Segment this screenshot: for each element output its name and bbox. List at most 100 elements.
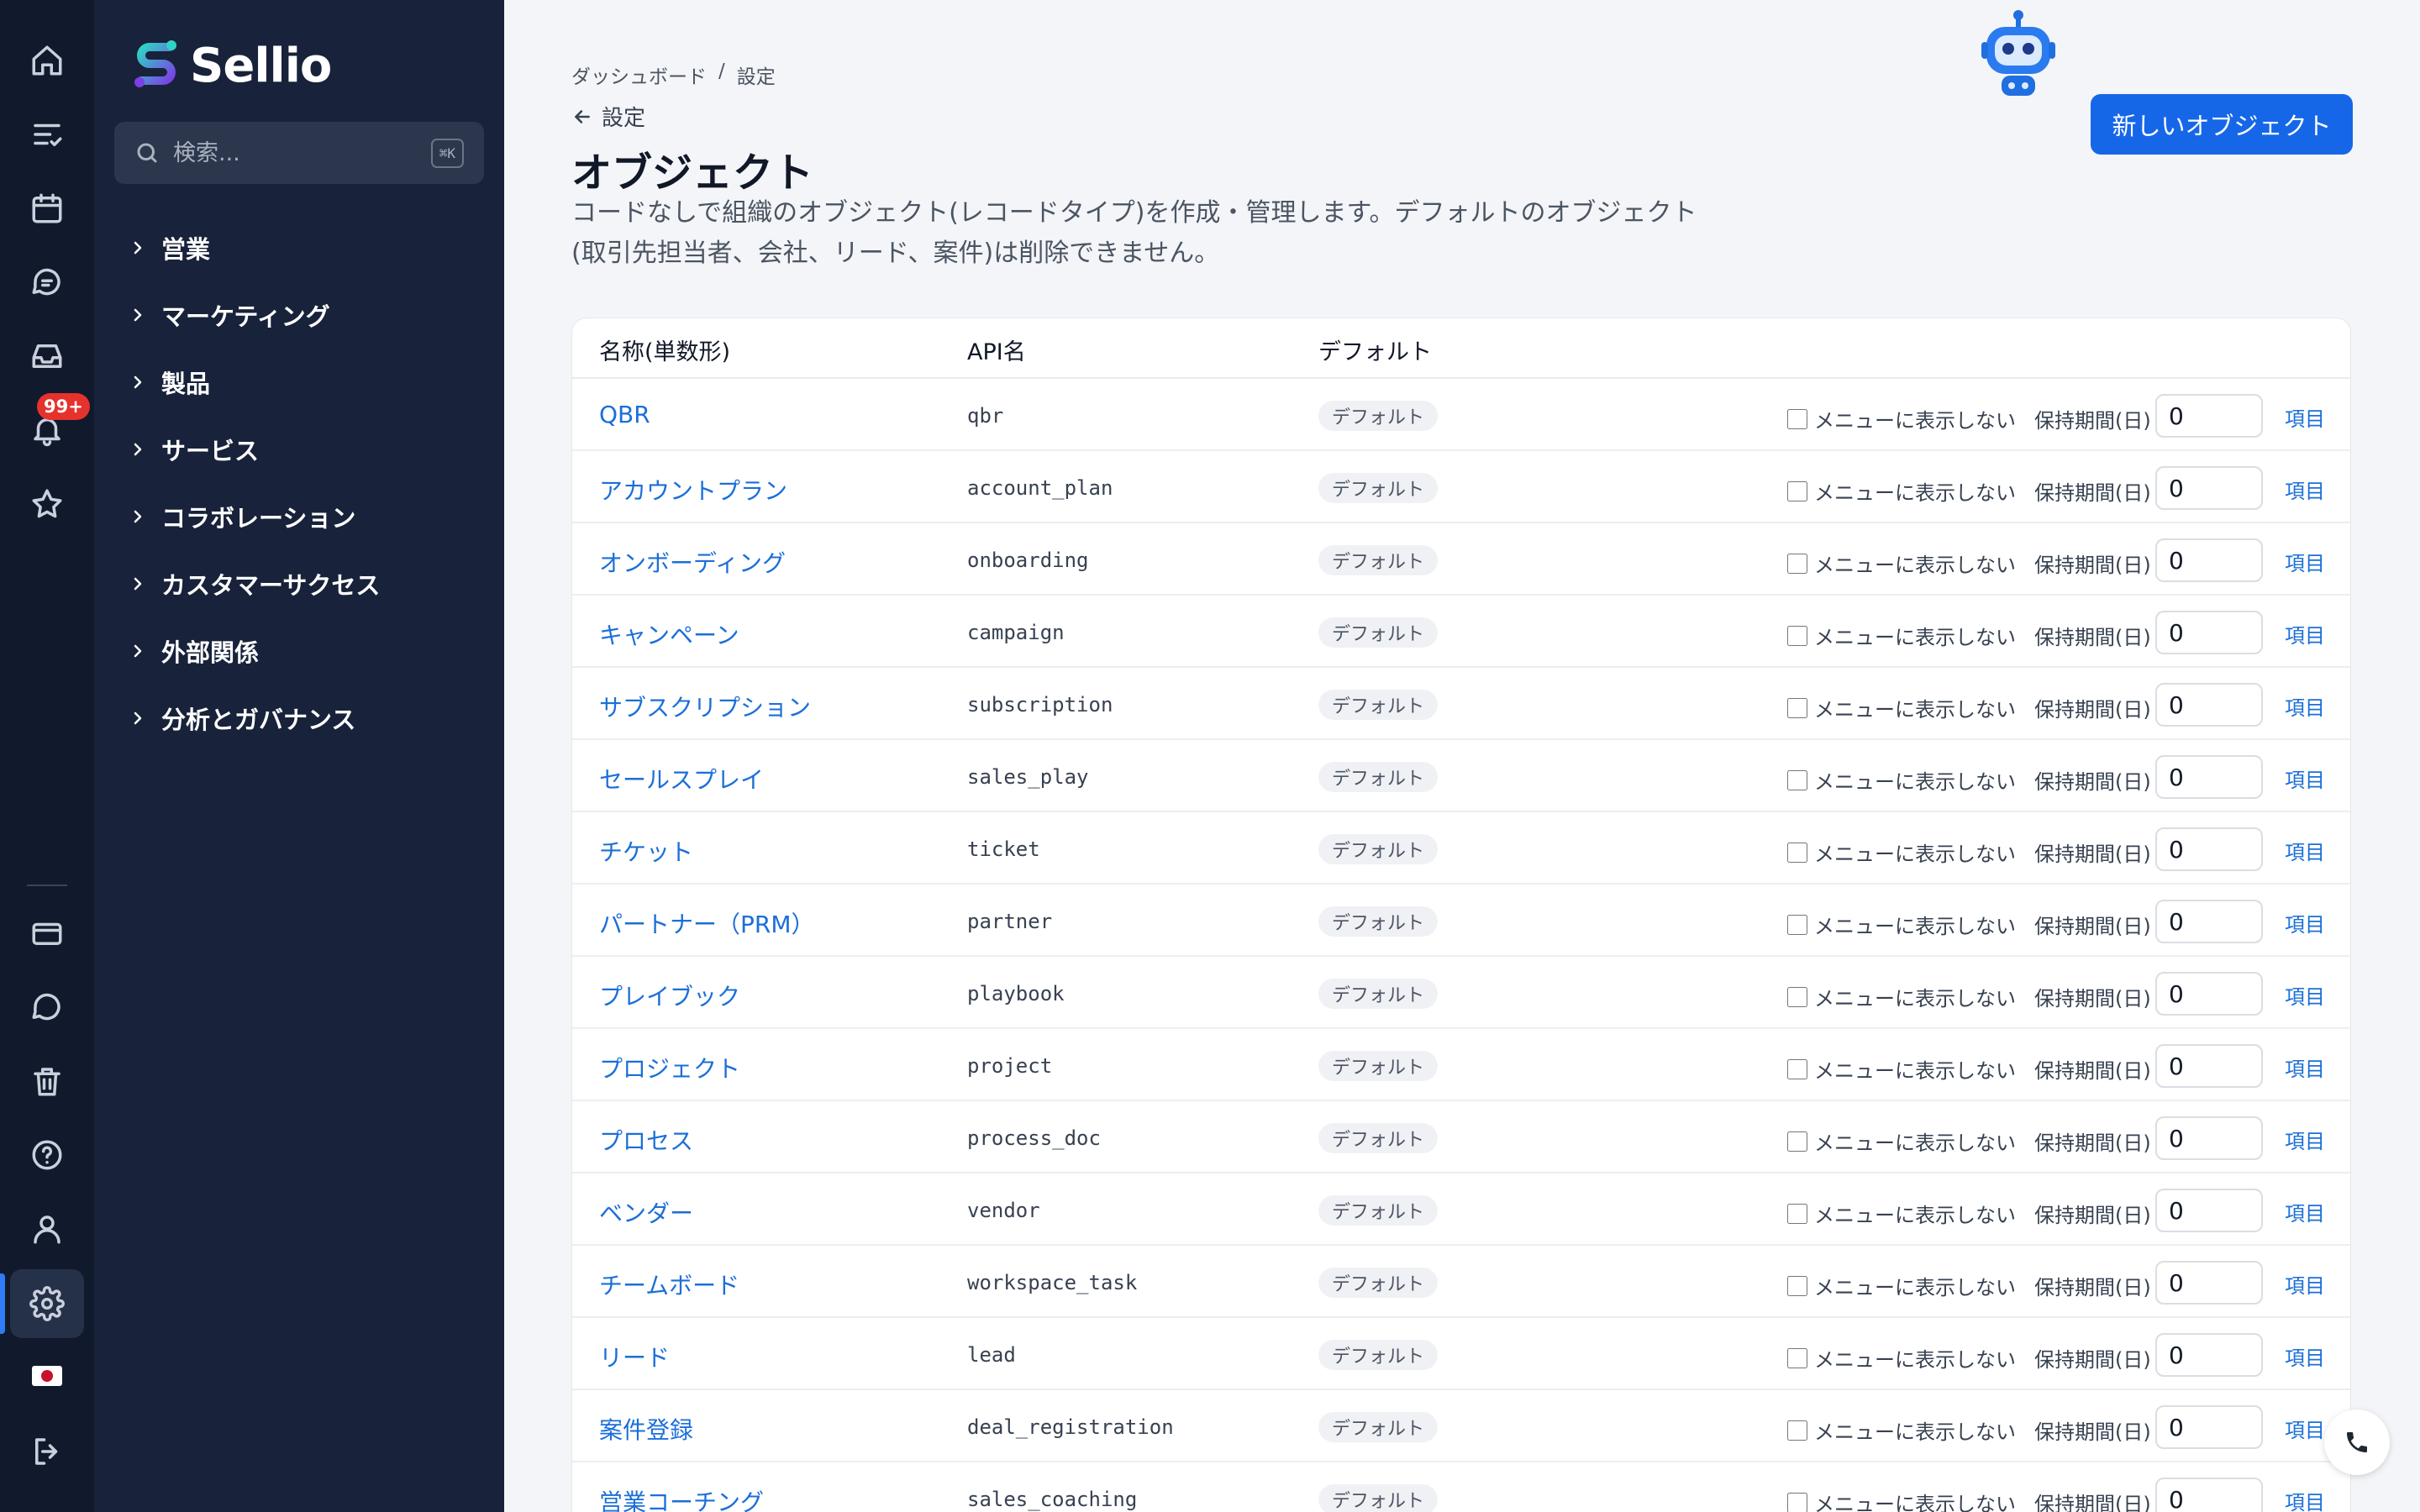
- phone-call-button[interactable]: [2324, 1410, 2390, 1475]
- hide-from-menu-checkbox[interactable]: [1787, 1420, 1807, 1441]
- hide-from-menu-checkbox[interactable]: [1787, 625, 1807, 646]
- object-name-link[interactable]: オンボーディング: [599, 545, 786, 579]
- hide-from-menu-checkbox[interactable]: [1787, 1347, 1807, 1368]
- fields-link[interactable]: 項目: [2285, 1053, 2325, 1082]
- hide-from-menu[interactable]: メニューに表示しない: [1787, 404, 2016, 433]
- object-name-link[interactable]: パートナー（PRM）: [599, 906, 815, 940]
- hide-from-menu-checkbox[interactable]: [1787, 1275, 1807, 1296]
- object-name-link[interactable]: プレイブック: [599, 979, 740, 1012]
- hide-from-menu-checkbox[interactable]: [1787, 1203, 1807, 1224]
- settings-gear-icon[interactable]: [10, 1269, 84, 1338]
- hide-from-menu[interactable]: メニューに表示しない: [1787, 1343, 2016, 1373]
- fields-link[interactable]: 項目: [2285, 1414, 2325, 1443]
- fields-link[interactable]: 項目: [2285, 1197, 2325, 1226]
- retention-days-input[interactable]: [2155, 1478, 2263, 1512]
- retention-days-input[interactable]: [2155, 972, 2263, 1016]
- fields-link[interactable]: 項目: [2285, 980, 2325, 1010]
- inbox-icon[interactable]: [10, 322, 84, 391]
- object-name-link[interactable]: セールスプレイ: [599, 762, 764, 795]
- star-icon[interactable]: [10, 470, 84, 538]
- hide-from-menu[interactable]: メニューに表示しない: [1787, 476, 2016, 506]
- hide-from-menu[interactable]: メニューに表示しない: [1787, 693, 2016, 722]
- retention-days-input[interactable]: [2155, 466, 2263, 510]
- object-name-link[interactable]: キャンペーン: [599, 617, 739, 651]
- object-name-link[interactable]: チケット: [599, 834, 693, 868]
- hide-from-menu-checkbox[interactable]: [1787, 842, 1807, 863]
- fields-link[interactable]: 項目: [2285, 1486, 2325, 1512]
- fields-link[interactable]: 項目: [2285, 691, 2325, 721]
- object-name-link[interactable]: プロジェクト: [599, 1051, 740, 1084]
- nav-item-marketing[interactable]: マーケティング: [128, 281, 380, 349]
- help-icon[interactable]: [10, 1121, 84, 1189]
- nav-item-sales[interactable]: 営業: [128, 214, 380, 281]
- object-name-link[interactable]: アカウントプラン: [599, 473, 787, 507]
- trash-icon[interactable]: [10, 1047, 84, 1116]
- search-input[interactable]: [173, 139, 425, 166]
- retention-days-input[interactable]: [2155, 1405, 2263, 1449]
- nav-item-external-relations[interactable]: 外部関係: [128, 617, 380, 685]
- fields-link[interactable]: 項目: [2285, 1341, 2325, 1371]
- fields-link[interactable]: 項目: [2285, 764, 2325, 793]
- fields-link[interactable]: 項目: [2285, 619, 2325, 648]
- fields-link[interactable]: 項目: [2285, 908, 2325, 937]
- credit-card-icon[interactable]: [10, 899, 84, 968]
- fields-link[interactable]: 項目: [2285, 475, 2325, 504]
- object-name-link[interactable]: チームボード: [599, 1268, 739, 1301]
- retention-days-input[interactable]: [2155, 1044, 2263, 1088]
- fields-link[interactable]: 項目: [2285, 1125, 2325, 1154]
- object-name-link[interactable]: サブスクリプション: [599, 690, 811, 723]
- retention-days-input[interactable]: [2155, 538, 2263, 582]
- retention-days-input[interactable]: [2155, 1116, 2263, 1160]
- object-name-link[interactable]: 営業コーチング: [599, 1484, 764, 1512]
- hide-from-menu[interactable]: メニューに表示しない: [1787, 1126, 2016, 1156]
- task-list-icon[interactable]: [10, 100, 84, 169]
- hide-from-menu[interactable]: メニューに表示しない: [1787, 1199, 2016, 1228]
- message-icon[interactable]: [10, 973, 84, 1042]
- object-name-link[interactable]: 案件登録: [599, 1412, 693, 1446]
- brand[interactable]: Sellio: [129, 32, 332, 99]
- retention-days-input[interactable]: [2155, 827, 2263, 871]
- logout-icon[interactable]: [10, 1417, 84, 1486]
- hide-from-menu-checkbox[interactable]: [1787, 697, 1807, 718]
- nav-item-customer-success[interactable]: カスタマーサクセス: [128, 550, 380, 617]
- assistant-robot-icon[interactable]: [1980, 8, 2057, 99]
- nav-item-service[interactable]: サービス: [128, 416, 380, 483]
- hide-from-menu[interactable]: メニューに表示しない: [1787, 910, 2016, 939]
- hide-from-menu-checkbox[interactable]: [1787, 769, 1807, 790]
- hide-from-menu-checkbox[interactable]: [1787, 408, 1807, 429]
- object-name-link[interactable]: リード: [599, 1340, 670, 1373]
- hide-from-menu-checkbox[interactable]: [1787, 1058, 1807, 1079]
- hide-from-menu[interactable]: メニューに表示しない: [1787, 1271, 2016, 1300]
- hide-from-menu[interactable]: メニューに表示しない: [1787, 621, 2016, 650]
- back-link[interactable]: 設定: [571, 101, 645, 132]
- calendar-icon[interactable]: [10, 174, 84, 243]
- hide-from-menu-checkbox[interactable]: [1787, 553, 1807, 574]
- hide-from-menu-checkbox[interactable]: [1787, 986, 1807, 1007]
- search-box[interactable]: ⌘K: [114, 122, 484, 184]
- new-object-button[interactable]: 新しいオブジェクト: [2091, 94, 2353, 155]
- hide-from-menu[interactable]: メニューに表示しない: [1787, 549, 2016, 578]
- retention-days-input[interactable]: [2155, 1261, 2263, 1305]
- nav-item-collaboration[interactable]: コラボレーション: [128, 483, 380, 550]
- fields-link[interactable]: 項目: [2285, 836, 2325, 865]
- object-name-link[interactable]: QBR: [599, 401, 650, 428]
- object-name-link[interactable]: プロセス: [599, 1123, 693, 1157]
- hide-from-menu-checkbox[interactable]: [1787, 480, 1807, 501]
- retention-days-input[interactable]: [2155, 1333, 2263, 1377]
- object-name-link[interactable]: ベンダー: [599, 1195, 693, 1229]
- home-icon[interactable]: [10, 26, 84, 95]
- fields-link[interactable]: 項目: [2285, 402, 2325, 432]
- hide-from-menu[interactable]: メニューに表示しない: [1787, 1488, 2016, 1512]
- hide-from-menu[interactable]: メニューに表示しない: [1787, 765, 2016, 795]
- fields-link[interactable]: 項目: [2285, 547, 2325, 576]
- fields-link[interactable]: 項目: [2285, 1269, 2325, 1299]
- retention-days-input[interactable]: [2155, 900, 2263, 943]
- hide-from-menu-checkbox[interactable]: [1787, 1492, 1807, 1512]
- retention-days-input[interactable]: [2155, 394, 2263, 438]
- hide-from-menu-checkbox[interactable]: [1787, 1131, 1807, 1152]
- nav-item-analytics-governance[interactable]: 分析とガバナンス: [128, 685, 380, 752]
- chat-icon[interactable]: [10, 248, 84, 317]
- retention-days-input[interactable]: [2155, 1189, 2263, 1232]
- hide-from-menu-checkbox[interactable]: [1787, 914, 1807, 935]
- user-icon[interactable]: [10, 1194, 84, 1263]
